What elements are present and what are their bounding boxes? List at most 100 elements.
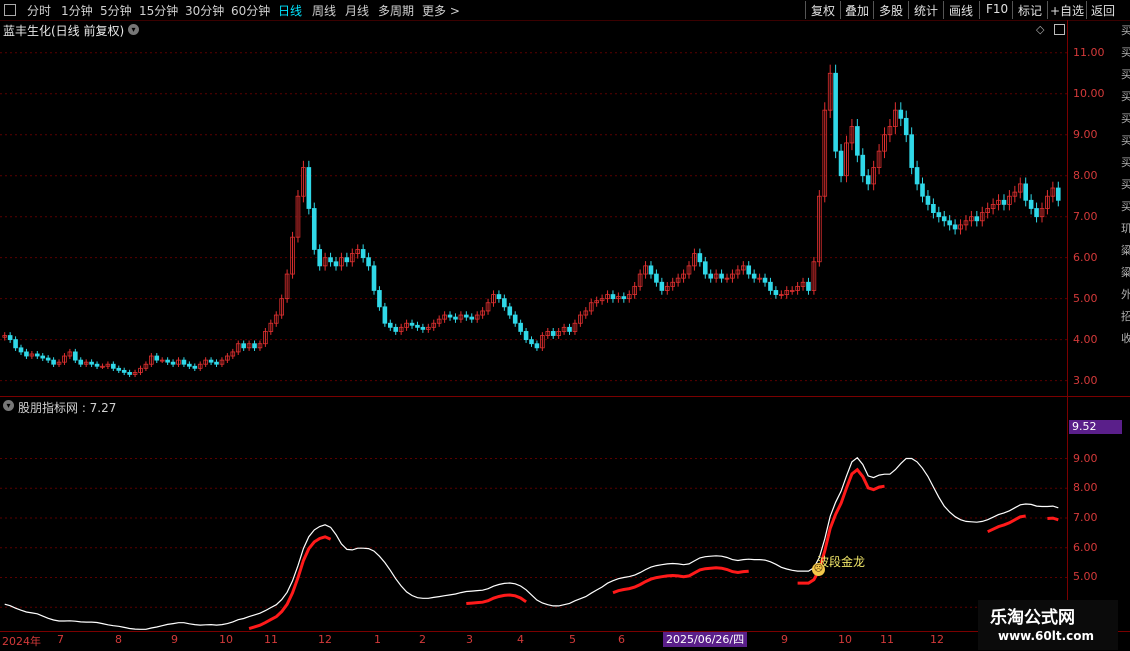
candle-body[interactable]: [415, 324, 420, 328]
candle-body[interactable]: [903, 117, 909, 136]
candle-body[interactable]: [746, 265, 752, 275]
panel-toggle-icon[interactable]: [4, 4, 16, 16]
candle-body[interactable]: [34, 353, 40, 357]
candle-body[interactable]: [73, 351, 78, 361]
candle-body[interactable]: [78, 359, 84, 365]
candle-body[interactable]: [567, 326, 572, 332]
back-button[interactable]: 返回: [1091, 2, 1115, 19]
candle-body[interactable]: [529, 339, 534, 345]
candle-body[interactable]: [387, 322, 393, 328]
candle-body[interactable]: [127, 372, 132, 375]
candlestick-chart[interactable]: [0, 20, 1067, 397]
candle-body[interactable]: [936, 212, 942, 218]
candle-body[interactable]: [333, 261, 339, 267]
candle-body[interactable]: [507, 306, 513, 316]
candle-body[interactable]: [909, 134, 914, 168]
candle-body[interactable]: [40, 355, 46, 359]
multi-stock-button[interactable]: 多股: [879, 2, 903, 19]
candle-body[interactable]: [1034, 208, 1039, 218]
candle-body[interactable]: [393, 326, 399, 332]
candle-body[interactable]: [898, 109, 904, 119]
add-watchlist-button[interactable]: +自选: [1050, 2, 1084, 19]
candle-body[interactable]: [45, 357, 51, 361]
candle-body[interactable]: [768, 281, 773, 291]
candle-body[interactable]: [855, 126, 860, 156]
candle-body[interactable]: [13, 339, 18, 349]
tab-1min[interactable]: 1分钟: [61, 2, 93, 19]
candle-body[interactable]: [621, 296, 627, 300]
tab-30min[interactable]: 30分钟: [185, 2, 224, 19]
candle-body[interactable]: [360, 249, 366, 259]
candle-body[interactable]: [947, 220, 952, 226]
candle-body[interactable]: [51, 359, 56, 365]
candle-body[interactable]: [941, 216, 947, 222]
candle-body[interactable]: [659, 281, 665, 291]
candle-body[interactable]: [453, 316, 458, 320]
indicator-chart[interactable]: [0, 397, 1067, 631]
candle-body[interactable]: [94, 363, 100, 367]
candle-body[interactable]: [914, 167, 920, 185]
tab-more[interactable]: 更多 >: [422, 2, 460, 19]
tab-60min[interactable]: 60分钟: [231, 2, 270, 19]
overlay-button[interactable]: 叠加: [845, 2, 869, 19]
candle-body[interactable]: [154, 355, 160, 361]
candle-body[interactable]: [241, 343, 246, 349]
candle-body[interactable]: [208, 359, 214, 363]
candle-body[interactable]: [181, 359, 187, 365]
candle-body[interactable]: [1028, 199, 1034, 209]
candle-body[interactable]: [165, 359, 170, 363]
candle-body[interactable]: [192, 365, 198, 369]
candle-body[interactable]: [377, 290, 382, 308]
candle-body[interactable]: [24, 351, 29, 357]
tab-weekly[interactable]: 周线: [312, 2, 336, 19]
candle-body[interactable]: [170, 361, 176, 365]
candle-body[interactable]: [121, 369, 127, 373]
candle-body[interactable]: [654, 273, 659, 283]
candle-body[interactable]: [518, 322, 523, 332]
candle-body[interactable]: [111, 363, 116, 369]
draw-line-button[interactable]: 画线: [949, 2, 973, 19]
candle-body[interactable]: [18, 347, 24, 353]
candle-body[interactable]: [1055, 187, 1061, 201]
candle-body[interactable]: [974, 216, 980, 222]
candle-body[interactable]: [502, 298, 507, 308]
candle-body[interactable]: [447, 314, 453, 318]
candle-body[interactable]: [523, 331, 529, 341]
candle-body[interactable]: [469, 316, 475, 320]
candle-body[interactable]: [420, 326, 426, 330]
tab-5min[interactable]: 5分钟: [100, 2, 132, 19]
candle-body[interactable]: [702, 261, 708, 275]
candle-body[interactable]: [762, 277, 768, 283]
candle-body[interactable]: [344, 257, 350, 263]
tab-daily[interactable]: 日线: [278, 2, 302, 19]
tab-timeshare[interactable]: 分时: [27, 2, 51, 19]
candle-body[interactable]: [833, 72, 838, 152]
candle-body[interactable]: [382, 306, 388, 324]
statistics-button[interactable]: 统计: [914, 2, 938, 19]
candle-body[interactable]: [252, 343, 257, 349]
candle-body[interactable]: [925, 195, 931, 205]
candle-body[interactable]: [648, 265, 654, 275]
candle-body[interactable]: [865, 175, 871, 185]
candle-body[interactable]: [89, 361, 94, 365]
candle-body[interactable]: [409, 322, 415, 326]
f10-button[interactable]: F10: [986, 2, 1008, 16]
candle-body[interactable]: [187, 363, 192, 367]
candle-body[interactable]: [116, 367, 122, 371]
candle-body[interactable]: [920, 183, 925, 197]
candle-body[interactable]: [931, 204, 936, 213]
candle-body[interactable]: [751, 273, 757, 279]
tab-15min[interactable]: 15分钟: [139, 2, 178, 19]
candle-body[interactable]: [952, 224, 958, 230]
tab-monthly[interactable]: 月线: [345, 2, 369, 19]
candle-body[interactable]: [317, 249, 323, 267]
candle-body[interactable]: [311, 208, 317, 250]
candle-body[interactable]: [806, 281, 811, 291]
candle-body[interactable]: [1001, 199, 1007, 205]
candle-body[interactable]: [860, 154, 866, 177]
candle-body[interactable]: [496, 294, 502, 300]
candle-body[interactable]: [534, 343, 540, 349]
candle-body[interactable]: [838, 150, 844, 177]
tab-multi-period[interactable]: 多周期: [378, 2, 414, 19]
candle-body[interactable]: [512, 314, 518, 324]
